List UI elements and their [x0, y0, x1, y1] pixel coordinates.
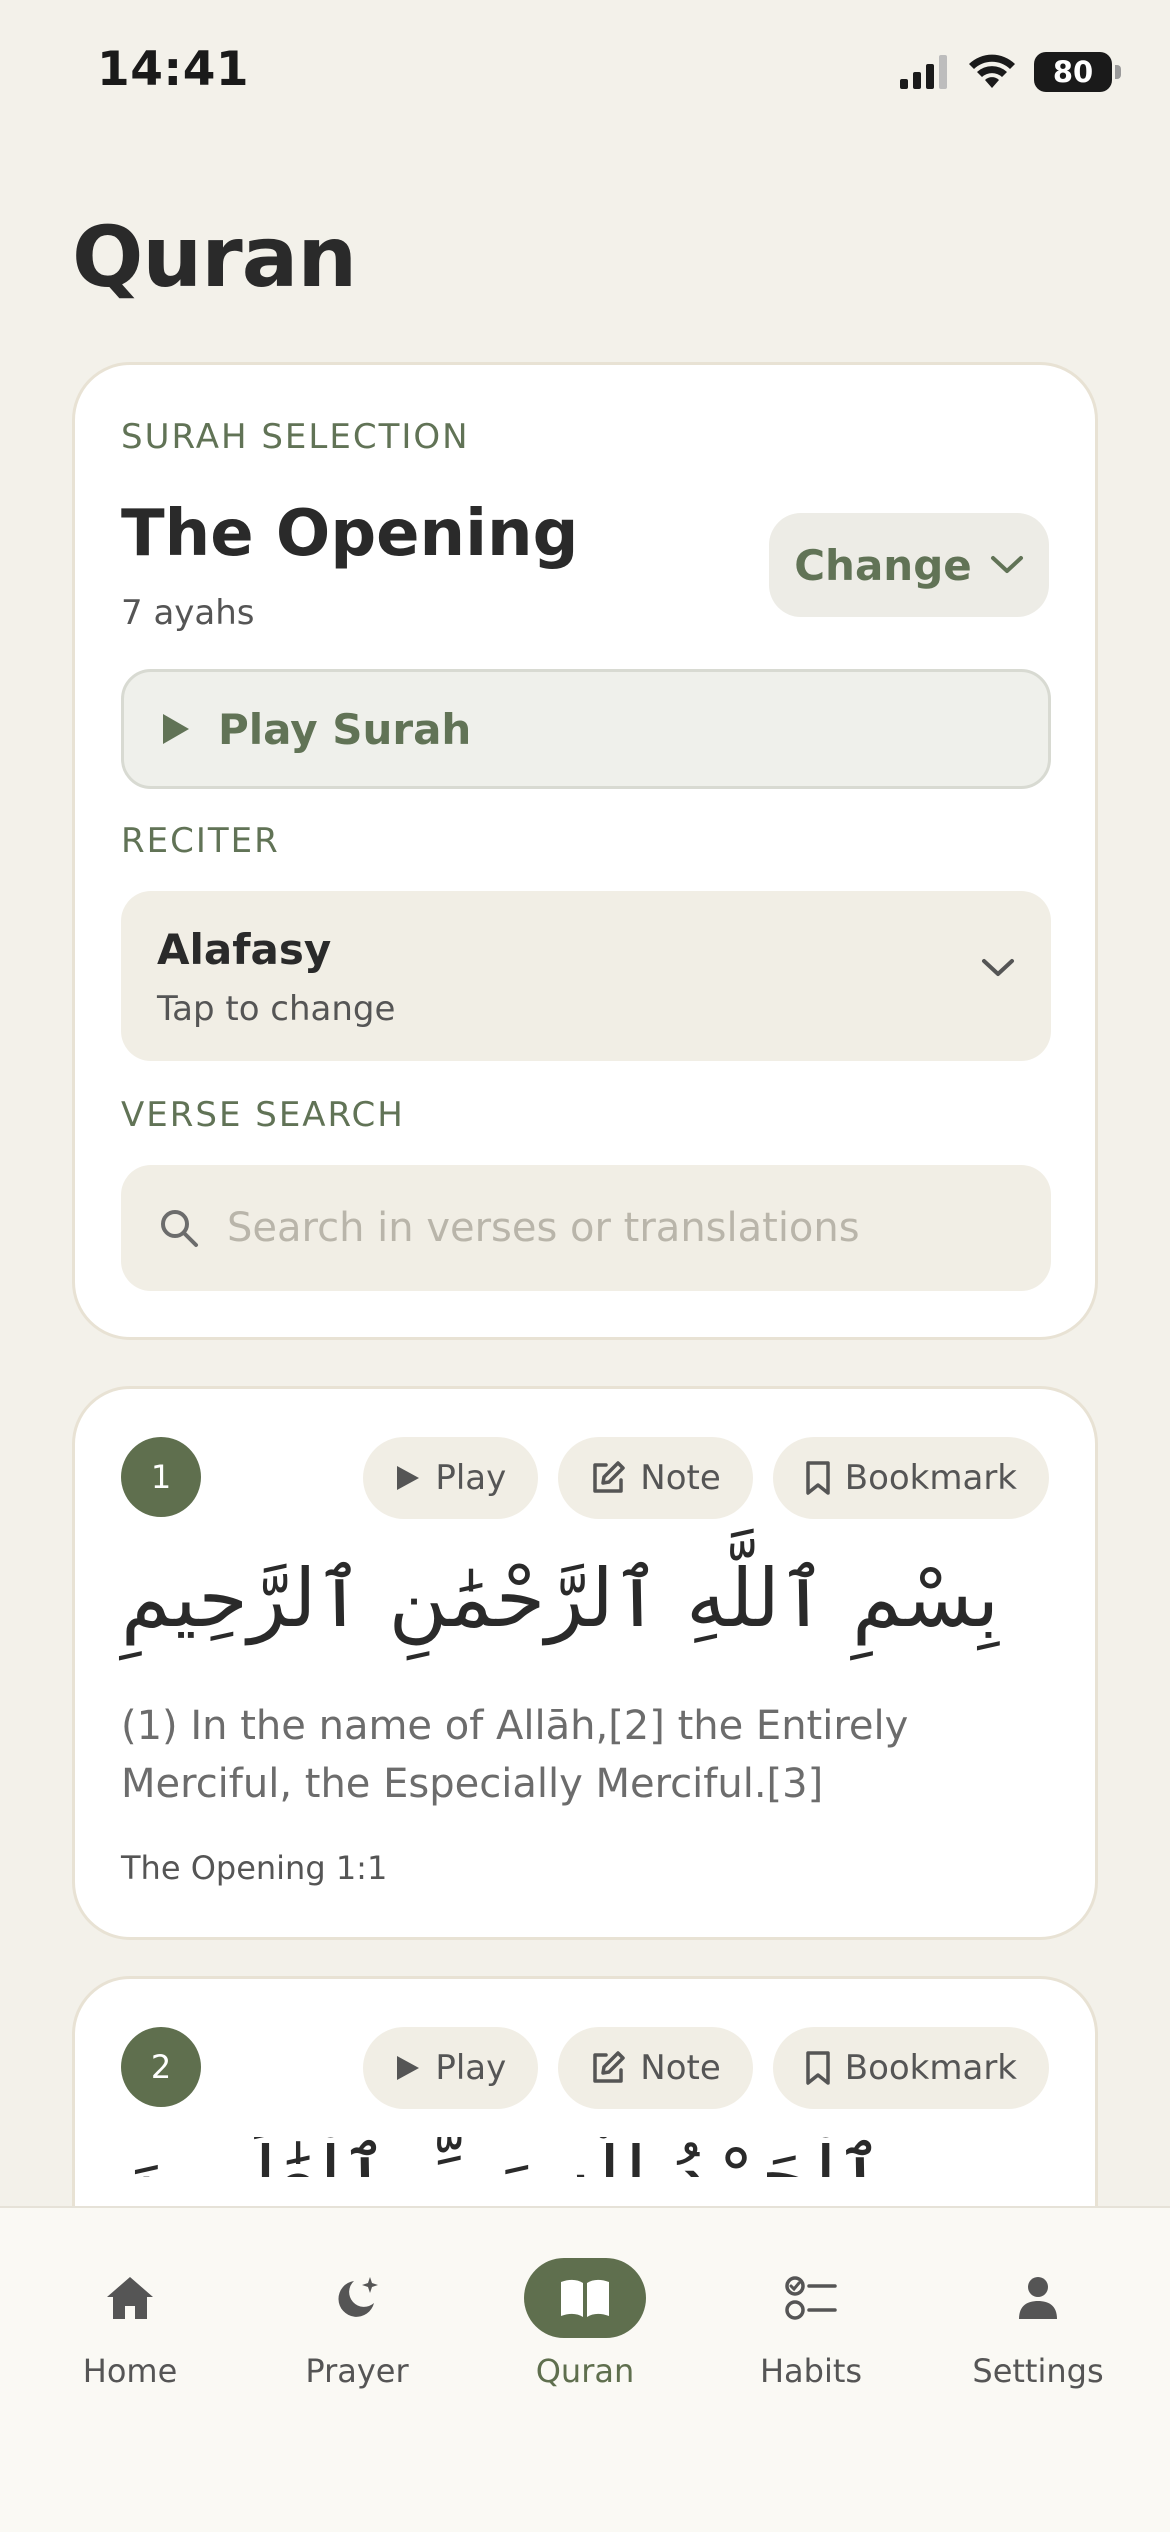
play-icon: [397, 2056, 420, 2080]
moon-star-icon: [338, 2277, 378, 2317]
search-icon: [161, 1210, 198, 1247]
tab-settings-icon-wrap: [977, 2258, 1099, 2338]
reciter-label: RECITER: [121, 821, 280, 861]
status-bar: 14:41 80: [0, 0, 1170, 150]
note-button[interactable]: Note: [558, 2027, 753, 2109]
verse-reference: The Opening 1:1: [121, 1849, 388, 1887]
open-book-icon: [561, 2279, 609, 2317]
verse-card: 2 Play Note Bookmark ٱلْحَمْدُ لِلَّهِ ر…: [72, 1976, 1098, 2236]
reciter-name: Alafasy: [157, 925, 332, 974]
bookmark-icon: [806, 2051, 830, 2085]
chevron-down-icon: [982, 959, 1014, 976]
chevron-down-icon: [990, 556, 1023, 573]
battery-level: 80: [1052, 55, 1094, 89]
surah-selection-card: SURAH SELECTION The Opening 7 ayahs Chan…: [72, 362, 1098, 1340]
verse-search-input[interactable]: [227, 1205, 1007, 1251]
status-icons: 80: [900, 52, 1121, 92]
note-label: Note: [640, 1458, 721, 1498]
note-label: Note: [640, 2048, 721, 2088]
verse-translation: (1) In the name of Allāh,[2] the Entirel…: [121, 1703, 909, 1807]
bookmark-label: Bookmark: [844, 1458, 1017, 1498]
checklist-icon: [785, 2276, 837, 2320]
bookmark-button[interactable]: Bookmark: [772, 1437, 1049, 1519]
tab-home[interactable]: Home: [40, 2258, 220, 2390]
verse-search-label: VERSE SEARCH: [121, 1095, 405, 1135]
play-icon: [163, 714, 189, 744]
tab-habits-label: Habits: [759, 2352, 863, 2390]
battery-indicator: 80: [1034, 52, 1121, 92]
quran-screen: 14:41 80 Quran SURAH SELECTION The Openi…: [0, 0, 1170, 2532]
bookmark-button[interactable]: Bookmark: [772, 2027, 1049, 2109]
tab-settings[interactable]: Settings: [948, 2258, 1128, 2390]
edit-note-icon: [593, 2051, 626, 2083]
verse-arabic-text: ٱلْحَمْدُ لِلَّهِ رَبِّ ٱلْعَٰلَمِينَ: [121, 2137, 1055, 2177]
home-icon: [107, 2277, 153, 2319]
surah-selection-label: SURAH SELECTION: [121, 417, 470, 457]
play-surah-label: Play Surah: [218, 704, 472, 754]
verse-search-field[interactable]: [121, 1165, 1051, 1291]
tab-home-icon-wrap: [69, 2258, 191, 2338]
tab-quran-icon-wrap: [524, 2258, 646, 2338]
play-icon: [397, 1466, 420, 1490]
change-label: Change: [794, 540, 972, 590]
wifi-icon: [969, 54, 1015, 88]
tab-prayer-icon-wrap: [296, 2258, 418, 2338]
verse-number-badge: 1: [121, 1437, 201, 1517]
tab-habits-icon-wrap: [750, 2258, 872, 2338]
status-time: 14:41: [97, 42, 250, 97]
tab-prayer[interactable]: Prayer: [267, 2258, 447, 2390]
page-title: Quran: [72, 208, 357, 306]
reciter-select[interactable]: Alafasy Tap to change: [121, 891, 1051, 1061]
verse-actions: Play Note Bookmark: [363, 1437, 1049, 1519]
verse-actions: Play Note Bookmark: [363, 2027, 1049, 2109]
tab-habits[interactable]: Habits: [721, 2258, 901, 2390]
verse-card: 1 Play Note Bookmark بِسْمِ ٱللَّهِ ٱلرَ…: [72, 1386, 1098, 1940]
ayah-count: 7 ayahs: [121, 593, 255, 633]
edit-note-icon: [593, 1461, 626, 1493]
bookmark-icon: [806, 1461, 830, 1495]
tab-quran-label: Quran: [535, 2352, 635, 2390]
bookmark-label: Bookmark: [844, 2048, 1017, 2088]
play-verse-label: Play: [435, 1458, 507, 1498]
tab-home-label: Home: [82, 2352, 178, 2390]
surah-name: The Opening: [121, 497, 579, 571]
note-button[interactable]: Note: [558, 1437, 753, 1519]
person-icon: [1019, 2277, 1057, 2319]
play-verse-button[interactable]: Play: [363, 2027, 539, 2109]
tab-bar: Home Prayer Quran Habits Settings: [0, 2206, 1170, 2532]
play-surah-button[interactable]: Play Surah: [121, 669, 1051, 789]
play-verse-button[interactable]: Play: [363, 1437, 539, 1519]
tab-quran[interactable]: Quran: [495, 2258, 675, 2390]
change-surah-button[interactable]: Change: [769, 513, 1049, 617]
verse-number-badge: 2: [121, 2027, 201, 2107]
tab-prayer-label: Prayer: [305, 2352, 409, 2390]
play-verse-label: Play: [435, 2048, 507, 2088]
cellular-signal-icon: [900, 55, 947, 89]
tab-settings-label: Settings: [972, 2352, 1104, 2390]
verse-arabic-text: بِسْمِ ٱللَّهِ ٱلرَّحْمَٰنِ ٱلرَّحِيمِ: [121, 1552, 1000, 1645]
reciter-hint: Tap to change: [157, 989, 396, 1029]
